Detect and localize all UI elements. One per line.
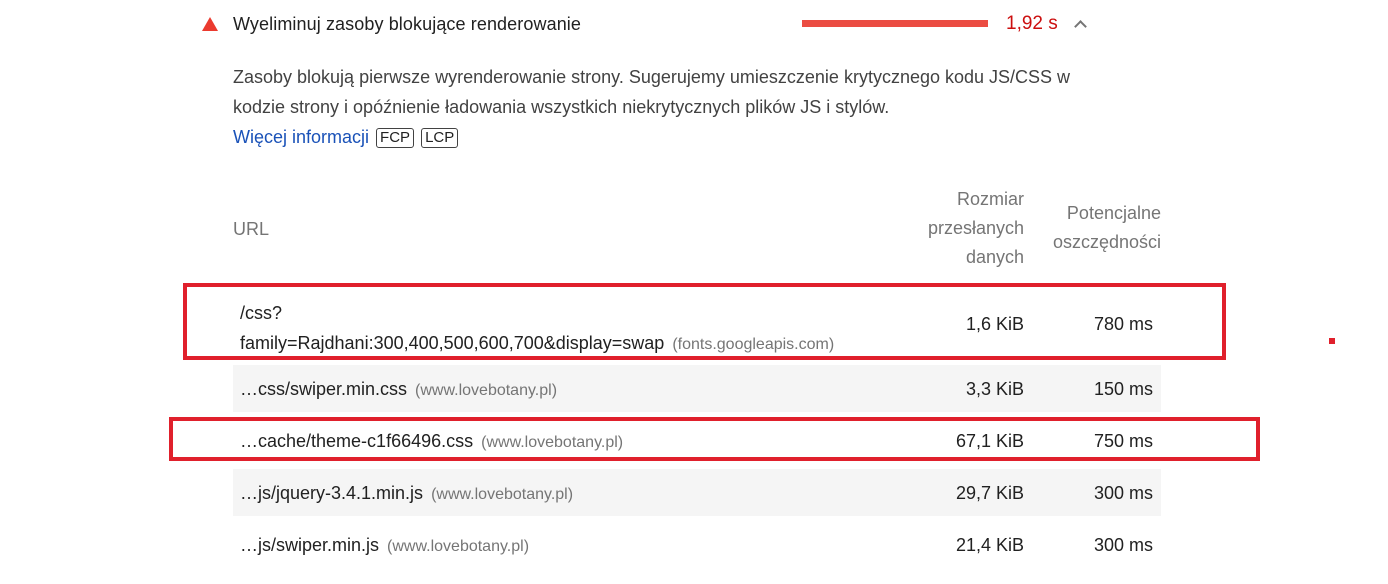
column-header-url[interactable]: URL [233,215,269,244]
column-header-size-line: przesłanych [927,218,1024,238]
resource-url-text: …js/jquery-3.4.1.min.js [240,483,424,503]
annotation-dot [1329,338,1335,344]
resource-domain: (www.lovebotany.pl) [431,486,574,503]
resource-size: 3,3 KiB [965,379,1024,399]
resource-url[interactable]: …js/swiper.min.js (www.lovebotany.pl) [240,535,529,556]
column-header-size[interactable]: Rozmiar przesłanych danych [928,185,1024,272]
savings-value: 1,92 s [1006,13,1058,34]
savings-bar [802,20,988,27]
resource-domain: (www.lovebotany.pl) [415,382,558,399]
column-header-savings[interactable]: Potencjalne oszczędności [1053,199,1161,257]
highlight-box-row-1 [183,283,1226,360]
resource-url[interactable]: …js/jquery-3.4.1.min.js (www.lovebotany.p… [240,483,573,504]
resource-size: 29,7 KiB [955,483,1024,503]
resource-savings: 300 ms [1093,483,1153,503]
audit-page: Wyeliminuj zasoby blokujące renderowanie… [0,0,1388,584]
audit-description: Zasoby blokują pierwsze wyrenderowanie s… [233,62,1093,152]
column-header-size-line: danych [965,247,1024,267]
column-header-size-line: Rozmiar [956,189,1024,209]
audit-title: Wyeliminuj zasoby blokujące renderowanie [233,14,582,34]
resource-savings: 150 ms [1093,379,1153,399]
table-row: …js/swiper.min.js (www.lovebotany.pl) 21,… [233,521,1161,568]
highlight-box-row-3 [169,417,1260,461]
audit-header[interactable]: Wyeliminuj zasoby blokujące renderowanie… [200,8,1100,40]
resource-domain: (www.lovebotany.pl) [387,538,530,555]
column-header-savings-line: oszczędności [1052,232,1161,252]
savings-bar-fill [802,20,988,27]
description-text: Zasoby blokują pierwsze wyrenderowanie s… [233,67,1071,117]
chevron-up-icon[interactable] [1074,20,1087,33]
learn-more-link[interactable]: Więcej informacji [233,127,369,147]
column-header-savings-line: Potencjalne [1066,203,1161,223]
resource-url-text: …js/swiper.min.js [240,535,380,555]
warning-triangle-icon [202,17,218,31]
resource-url[interactable]: …css/swiper.min.css (www.lovebotany.pl) [240,379,557,400]
resource-savings: 300 ms [1093,535,1153,555]
tag-lcp: LCP [421,128,459,148]
resource-url-text: …css/swiper.min.css [240,379,408,399]
table-row: …js/jquery-3.4.1.min.js (www.lovebotany.p… [233,469,1161,516]
resource-size: 21,4 KiB [955,535,1024,555]
table-row: …css/swiper.min.css (www.lovebotany.pl) 3… [233,365,1161,412]
tag-fcp: FCP [376,128,415,148]
